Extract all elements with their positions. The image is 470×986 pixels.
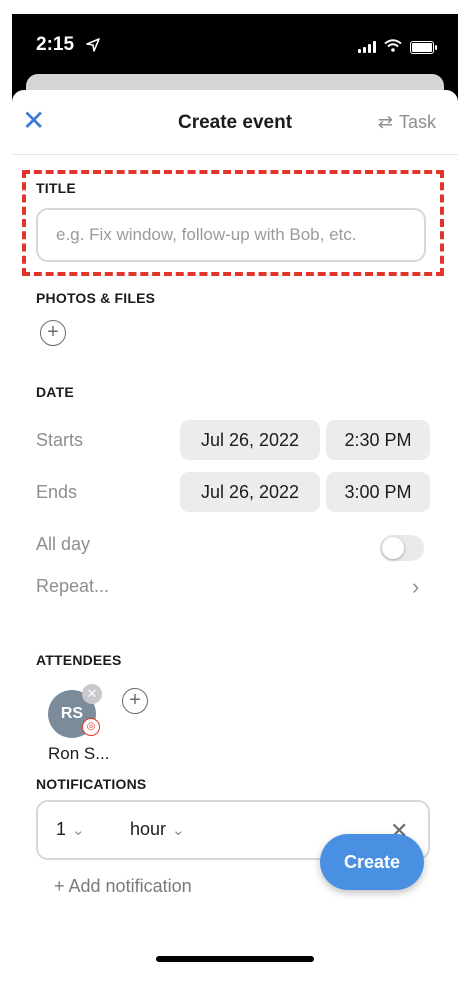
chevron-down-icon: ⌄ [172, 822, 185, 839]
toggle-knob [382, 537, 404, 559]
avatar-initials: RS [60, 705, 84, 722]
notification-amount-select[interactable]: 1 ⌄ [56, 819, 85, 840]
plus-circle-icon: + [129, 689, 141, 711]
add-notification-link[interactable]: + Add notification [54, 876, 192, 897]
close-icon: ✕ [86, 686, 98, 701]
plus-circle-icon: + [47, 321, 59, 343]
ends-date-button[interactable]: Jul 26, 2022 [180, 472, 320, 512]
attendee-badge-icon: ◎ [82, 718, 100, 736]
status-bar: 2:15 [12, 14, 458, 74]
location-arrow-icon [86, 36, 100, 58]
add-photo-button[interactable]: + [40, 320, 66, 346]
starts-label: Starts [36, 430, 84, 450]
attendees-section-label: ATTENDEES [36, 652, 122, 668]
title-input[interactable] [36, 208, 426, 262]
notification-amount: 1 [56, 819, 67, 839]
notification-unit-select[interactable]: hour ⌄ [130, 819, 185, 840]
ends-label: Ends [36, 482, 78, 502]
battery-icon [410, 40, 437, 54]
swap-arrows-icon: ⇄ [377, 112, 393, 132]
starts-date-button[interactable]: Jul 26, 2022 [180, 420, 320, 460]
signal-icon [358, 41, 376, 53]
task-toggle-button[interactable]: ⇄ Task [378, 112, 436, 133]
wifi-icon [384, 36, 402, 58]
chevron-down-icon: ⌄ [72, 822, 85, 839]
repeat-label[interactable]: Repeat... [36, 576, 109, 597]
attendee-name: Ron S... [48, 744, 110, 763]
notification-unit: hour [130, 819, 167, 839]
create-event-sheet: ✕ Create event ⇄ Task TITLE PHOTOS & FIL… [12, 90, 458, 974]
remove-attendee-button[interactable]: ✕ [82, 684, 102, 704]
all-day-toggle[interactable] [380, 535, 424, 561]
home-indicator [156, 956, 314, 962]
status-time: 2:15 [36, 34, 75, 55]
ends-time-button[interactable]: 3:00 PM [326, 472, 430, 512]
create-button[interactable]: Create [320, 834, 424, 890]
title-section-label: TITLE [36, 180, 76, 196]
chevron-right-icon[interactable]: › [412, 574, 419, 600]
add-attendee-button[interactable]: + [122, 688, 148, 714]
all-day-label: All day [36, 534, 91, 554]
status-icons [358, 36, 437, 58]
phone-frame: 2:15 ✕ Create event ⇄ Task TITLE PHOT [12, 14, 458, 974]
date-section-label: DATE [36, 384, 74, 400]
photos-section-label: PHOTOS & FILES [36, 290, 156, 306]
notifications-section-label: NOTIFICATIONS [36, 776, 147, 792]
task-toggle-label: Task [398, 112, 436, 132]
starts-time-button[interactable]: 2:30 PM [326, 420, 430, 460]
sheet-header: ✕ Create event ⇄ Task [12, 90, 458, 155]
